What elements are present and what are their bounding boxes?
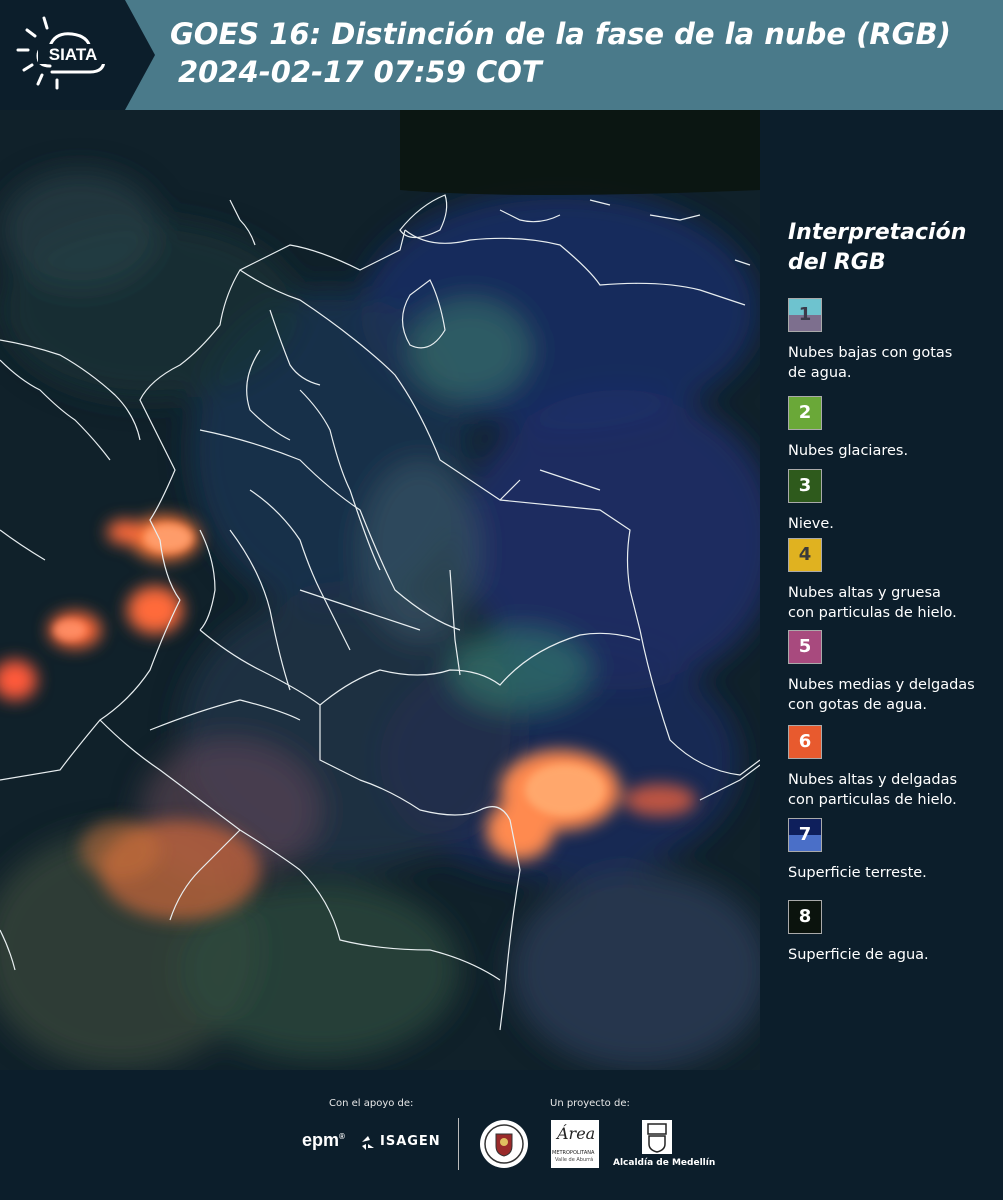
legend-label-line2: con gotas de agua. xyxy=(788,697,927,713)
legend-swatch-number: 5 xyxy=(798,636,812,657)
header-bar: SIATA GOES 16: Distinción de la fase de … xyxy=(0,0,1003,110)
legend-label-1: Nubes bajas con gotas de agua. xyxy=(788,343,998,383)
legend-swatch-2: 2 xyxy=(788,396,822,430)
legend-swatch-number: 4 xyxy=(798,544,812,565)
legend-title-line2: del RGB xyxy=(788,250,886,275)
legend-label-line1: Nubes altas y gruesa xyxy=(788,585,941,601)
legend-title-line1: Interpretación xyxy=(788,220,967,245)
legend-swatch-number: 2 xyxy=(798,402,812,423)
legend-swatch-5: 5 xyxy=(788,630,822,664)
page-title: GOES 16: Distinción de la fase de la nub… xyxy=(170,17,951,51)
legend-label-7: Superficie terreste. xyxy=(788,863,998,883)
legend-swatch-number: 8 xyxy=(798,906,812,927)
footer-divider xyxy=(458,1118,459,1170)
legend-label-line2: con particulas de hielo. xyxy=(788,792,957,808)
legend-title: Interpretación del RGB xyxy=(788,218,988,278)
legend-label-8: Superficie de agua. xyxy=(788,945,998,965)
legend-label-2: Nubes glaciares. xyxy=(788,441,998,461)
legend-label-line1: Superficie de agua. xyxy=(788,947,929,963)
legend-label-line1: Nieve. xyxy=(788,516,834,532)
page-timestamp: 2024-02-17 07:59 COT xyxy=(178,55,542,89)
siata-logo-text: SIATA xyxy=(49,45,97,64)
area-metropolitana-logo: Área METROPOLITANA Valle de Aburrá xyxy=(551,1120,599,1168)
legend-swatch-8: 8 xyxy=(788,900,822,934)
legend-label-line2: de agua. xyxy=(788,365,852,381)
legend-label-line1: Nubes altas y delgadas xyxy=(788,772,958,788)
legend-label-5: Nubes medias y delgadas con gotas de agua… xyxy=(788,675,998,715)
metro-logo-line2: Valle de Aburrá xyxy=(555,1157,594,1163)
legend-panel: Interpretación del RGB 1 Nubes bajas con … xyxy=(760,110,1003,1070)
metro-logo-line1: METROPOLITANA xyxy=(552,1150,595,1156)
satellite-map[interactable] xyxy=(0,110,760,1070)
isagen-logo-text: ISAGEN xyxy=(380,1134,441,1149)
metro-logo-text: Área xyxy=(557,1124,596,1143)
support-label: Con el apoyo de: xyxy=(329,1098,414,1109)
legend-label-3: Nieve. xyxy=(788,514,998,534)
epm-logo: epm® xyxy=(302,1130,345,1150)
medellin-seal xyxy=(478,1118,530,1174)
legend-swatch-7: 7 xyxy=(788,818,822,852)
alcaldia-shield-icon xyxy=(642,1120,672,1154)
legend-label-line1: Nubes bajas con gotas xyxy=(788,345,953,361)
legend-swatch-number: 7 xyxy=(798,824,812,845)
seal-icon xyxy=(480,1120,528,1168)
legend-label-6: Nubes altas y delgadas con particulas de … xyxy=(788,770,998,810)
legend-label-line1: Nubes glaciares. xyxy=(788,443,909,459)
project-label: Un proyecto de: xyxy=(550,1098,630,1109)
footer: Con el apoyo de: Un proyecto de: epm® IS… xyxy=(0,1070,1003,1200)
legend-swatch-1: 1 xyxy=(788,298,822,332)
legend-swatch-3: 3 xyxy=(788,469,822,503)
legend-label-line2: con particulas de hielo. xyxy=(788,605,957,621)
legend-swatch-number: 6 xyxy=(798,731,812,752)
siata-logo: SIATA xyxy=(0,0,155,110)
legend-swatch-number: 3 xyxy=(798,475,812,496)
legend-label-line1: Superficie terreste. xyxy=(788,865,927,881)
legend-swatch-number: 1 xyxy=(798,304,812,325)
alcaldia-logo xyxy=(640,1118,674,1160)
epm-logo-text: epm xyxy=(302,1130,340,1150)
isagen-icon xyxy=(362,1136,374,1150)
legend-label-line1: Nubes medias y delgadas xyxy=(788,677,975,693)
legend-swatch-6: 6 xyxy=(788,725,822,759)
legend-label-4: Nubes altas y gruesa con particulas de hi… xyxy=(788,583,998,623)
legend-swatch-4: 4 xyxy=(788,538,822,572)
alcaldia-logo-text: Alcaldía de Medellín xyxy=(613,1158,716,1168)
